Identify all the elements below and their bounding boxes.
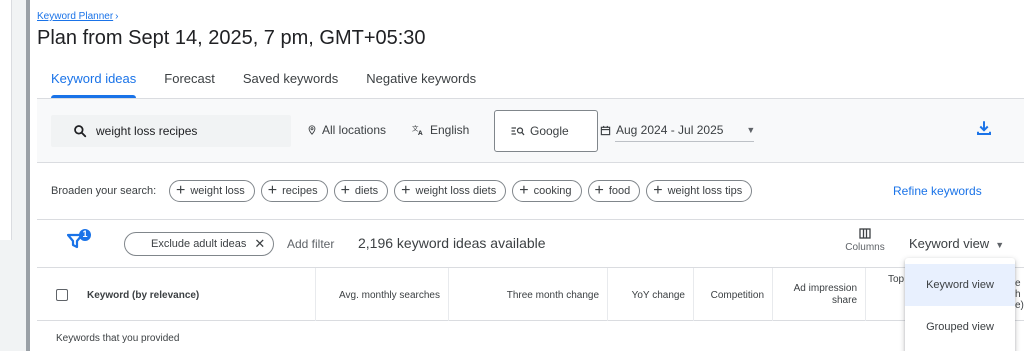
download-button[interactable] bbox=[975, 119, 993, 142]
tab-saved-keywords[interactable]: Saved keywords bbox=[229, 62, 352, 98]
filter-bar: 1 Exclude adult ideas ✕ Add filter 2,196… bbox=[37, 220, 1024, 267]
main-content: Keyword Planner › Plan from Sept 14, 2025… bbox=[30, 0, 1024, 351]
download-icon bbox=[977, 121, 991, 135]
chip-recipes[interactable]: + recipes bbox=[260, 180, 328, 202]
partial-char: h bbox=[1015, 289, 1021, 300]
exclude-adult-ideas-filter[interactable]: Exclude adult ideas ✕ bbox=[124, 232, 275, 256]
caret-down-icon: ▼ bbox=[995, 240, 1005, 250]
partial-char: e) bbox=[1015, 300, 1024, 311]
partial-char: e bbox=[1015, 278, 1021, 289]
language-selector[interactable]: 文A English bbox=[412, 123, 469, 137]
table-header: Keyword (by relevance) Avg. monthly sear… bbox=[37, 267, 1024, 322]
location-pin-icon bbox=[308, 125, 316, 135]
search-toolbar: All locations 文A English Google Aug 2024… bbox=[37, 99, 1024, 163]
tab-keyword-ideas[interactable]: Keyword ideas bbox=[37, 62, 150, 98]
breadcrumb-link[interactable]: Keyword Planner bbox=[37, 11, 113, 22]
columns-button[interactable]: Columns bbox=[843, 228, 887, 253]
tab-negative-keywords[interactable]: Negative keywords bbox=[352, 62, 490, 98]
section-label: Keywords that you provided bbox=[56, 333, 180, 344]
search-icon bbox=[74, 125, 87, 138]
chip-label: weight loss diets bbox=[415, 185, 497, 197]
view-selector[interactable]: Keyword view ▼ bbox=[909, 236, 1004, 251]
chip-cooking[interactable]: + cooking bbox=[512, 180, 582, 202]
page-title: Plan from Sept 14, 2025, 7 pm, GMT+05:30 bbox=[37, 27, 426, 49]
select-all-checkbox[interactable] bbox=[56, 289, 68, 301]
refine-keywords-button[interactable]: Refine keywords bbox=[893, 184, 982, 198]
left-card bbox=[0, 0, 12, 240]
column-yoy-change[interactable]: YoY change bbox=[608, 268, 694, 322]
filter-funnel-icon bbox=[66, 229, 91, 249]
chip-food[interactable]: + food bbox=[587, 180, 641, 202]
chip-diets[interactable]: + diets bbox=[333, 180, 389, 202]
filter-pill-label: Exclude adult ideas bbox=[151, 238, 247, 250]
broaden-label: Broaden your search: bbox=[51, 185, 157, 197]
column-avg-monthly-searches[interactable]: Avg. monthly searches bbox=[316, 268, 449, 322]
tab-bar: Keyword ideas Forecast Saved keywords Ne… bbox=[37, 62, 490, 98]
search-input[interactable] bbox=[96, 124, 276, 138]
plus-icon: + bbox=[176, 182, 186, 199]
chip-label: weight loss bbox=[190, 185, 245, 197]
chip-label: weight loss tips bbox=[667, 185, 743, 197]
column-partial-right[interactable]: e h e) bbox=[1015, 268, 1024, 322]
chip-label: food bbox=[608, 185, 631, 197]
view-dropdown-menu: Keyword view Grouped view bbox=[905, 258, 1015, 351]
chip-weight-loss-diets[interactable]: + weight loss diets bbox=[394, 180, 507, 202]
provided-keywords-section: Keywords that you provided bbox=[37, 321, 1024, 351]
menu-item-grouped-view[interactable]: Grouped view bbox=[905, 306, 1015, 348]
view-label: Keyword view bbox=[909, 236, 990, 251]
plus-icon: + bbox=[401, 182, 411, 199]
chip-weight-loss-tips[interactable]: + weight loss tips bbox=[646, 180, 753, 202]
plus-icon: + bbox=[653, 182, 663, 199]
search-network-selector[interactable]: Google bbox=[494, 110, 598, 152]
breadcrumb[interactable]: Keyword Planner › bbox=[37, 11, 119, 22]
menu-item-keyword-view[interactable]: Keyword view bbox=[905, 264, 1015, 306]
search-network-icon bbox=[511, 127, 525, 136]
header-keyword[interactable]: Keyword (by relevance) bbox=[37, 268, 316, 322]
close-icon[interactable]: ✕ bbox=[254, 236, 265, 252]
broaden-search-bar: Broaden your search: + weight loss + recip… bbox=[37, 163, 1024, 220]
app-root: Keyword Planner › Plan from Sept 14, 2025… bbox=[0, 0, 1024, 351]
caret-down-icon: ▼ bbox=[746, 125, 756, 135]
broaden-chips: + weight loss + recipes + diets + weight los… bbox=[169, 180, 753, 202]
svg-text:A: A bbox=[418, 130, 423, 136]
left-strip bbox=[12, 0, 26, 351]
columns-icon bbox=[859, 228, 871, 239]
date-range-label: Aug 2024 - Jul 2025 bbox=[616, 123, 724, 137]
date-underline bbox=[615, 141, 754, 142]
plus-icon: + bbox=[519, 182, 529, 199]
filter-count-badge: 1 bbox=[82, 229, 88, 239]
columns-label: Columns bbox=[845, 242, 885, 253]
date-range-selector[interactable]: Aug 2024 - Jul 2025 ▼ bbox=[600, 123, 756, 142]
plus-icon: + bbox=[267, 182, 278, 199]
location-selector[interactable]: All locations bbox=[307, 123, 386, 137]
chip-label: recipes bbox=[282, 185, 318, 197]
translate-icon: 文A bbox=[412, 124, 423, 136]
chip-weight-loss[interactable]: + weight loss bbox=[169, 180, 255, 202]
calendar-icon bbox=[600, 125, 611, 135]
add-filter-button[interactable]: Add filter bbox=[287, 237, 334, 251]
tab-forecast[interactable]: Forecast bbox=[150, 62, 229, 98]
column-ad-impression-share[interactable]: Ad impression share bbox=[773, 268, 866, 322]
network-label: Google bbox=[530, 124, 569, 138]
column-competition[interactable]: Competition bbox=[694, 268, 773, 322]
chip-label: diets bbox=[354, 185, 379, 197]
location-label: All locations bbox=[322, 123, 387, 137]
filter-button[interactable]: 1 bbox=[66, 228, 95, 255]
chip-label: cooking bbox=[533, 185, 572, 197]
language-label: English bbox=[430, 123, 470, 137]
column-keyword[interactable]: Keyword (by relevance) bbox=[87, 290, 199, 301]
column-three-month-change[interactable]: Three month change bbox=[449, 268, 608, 322]
search-box[interactable] bbox=[51, 115, 291, 147]
plus-icon: + bbox=[594, 182, 604, 199]
plus-icon: + bbox=[340, 182, 350, 199]
keyword-ideas-count: 2,196 keyword ideas available bbox=[358, 235, 546, 251]
chevron-right-icon: › bbox=[115, 11, 119, 22]
